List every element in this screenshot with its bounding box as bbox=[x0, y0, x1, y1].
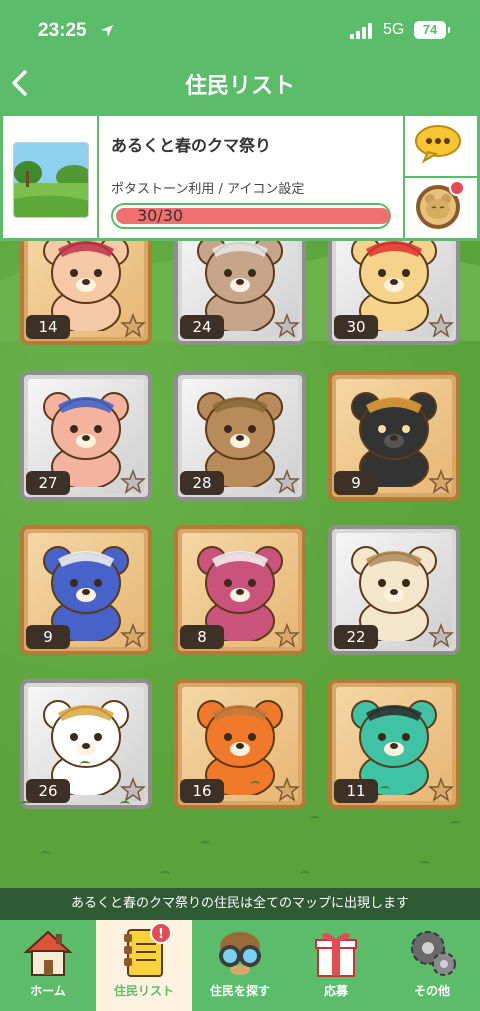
resident-count-badge: 14 bbox=[26, 315, 70, 339]
divider bbox=[405, 176, 477, 178]
tab-resident-list[interactable]: 住民リスト bbox=[96, 920, 192, 1011]
notification-dot bbox=[449, 180, 465, 196]
star-icon[interactable] bbox=[120, 777, 146, 803]
resident-card[interactable]: 9 bbox=[20, 525, 152, 655]
grass-tuft bbox=[120, 801, 130, 807]
status-time: 23:25 bbox=[38, 20, 87, 41]
resident-count-badge: 27 bbox=[26, 471, 70, 495]
resident-count-badge: 9 bbox=[26, 625, 70, 649]
star-icon[interactable] bbox=[274, 777, 300, 803]
grass-tuft bbox=[160, 871, 170, 877]
stamina-text: 30/30 bbox=[137, 206, 184, 225]
grass-tuft bbox=[310, 816, 320, 822]
resident-count-badge: 30 bbox=[334, 315, 378, 339]
gear-icon bbox=[411, 931, 456, 976]
grass-tuft bbox=[40, 851, 50, 857]
status-bar: 23:25 5G 74 bbox=[0, 18, 480, 48]
battery-indicator: 74 bbox=[414, 21, 450, 39]
star-icon[interactable] bbox=[428, 469, 454, 495]
star-icon[interactable] bbox=[428, 623, 454, 649]
resident-count-badge: 22 bbox=[334, 625, 378, 649]
landscape-image bbox=[14, 143, 88, 217]
grass-tuft bbox=[80, 761, 90, 767]
gift-icon bbox=[315, 932, 357, 977]
resident-card[interactable]: 22 bbox=[328, 525, 460, 655]
resident-card[interactable]: 16 bbox=[174, 679, 306, 809]
resident-card[interactable]: 28 bbox=[174, 371, 306, 501]
resident-card[interactable]: 9 bbox=[328, 371, 460, 501]
resident-count-badge: 24 bbox=[180, 315, 224, 339]
tab-home[interactable]: ホーム bbox=[0, 920, 96, 1011]
tab-apply[interactable]: 応募 bbox=[288, 920, 384, 1011]
grass-tuft bbox=[200, 841, 210, 847]
resident-count-badge: 28 bbox=[180, 471, 224, 495]
tab-label: その他 bbox=[413, 984, 450, 998]
resident-card[interactable]: 27 bbox=[20, 371, 152, 501]
tab-other[interactable]: その他 bbox=[384, 920, 480, 1011]
grass-tuft bbox=[450, 821, 460, 827]
tab-bar: ホーム 住民リスト 住民を探す 応募 その他 bbox=[0, 920, 480, 1011]
event-subtitle[interactable]: ポタストーン利用 / アイコン設定 bbox=[111, 178, 304, 197]
star-icon[interactable] bbox=[120, 313, 146, 339]
grass-tuft bbox=[20, 801, 30, 807]
stamina-bar: 30/30 bbox=[111, 203, 391, 229]
app-header: 23:25 5G 74 住民リスト bbox=[0, 0, 480, 108]
event-card: あるくと春のクマ祭り ポタストーン利用 / アイコン設定 30/30 bbox=[0, 113, 480, 241]
resident-count-badge: 11 bbox=[334, 779, 378, 803]
resident-grid: 14 24 30 27 28 9 9 8 22 26 16 11 bbox=[0, 241, 480, 888]
resident-count-badge: 8 bbox=[180, 625, 224, 649]
resident-count-badge: 16 bbox=[180, 779, 224, 803]
resident-card[interactable]: 11 bbox=[328, 679, 460, 809]
event-name: あるくと春のクマ祭り bbox=[111, 136, 272, 155]
tab-badge: ! bbox=[150, 922, 172, 944]
grass-tuft bbox=[250, 781, 260, 787]
grass-tuft bbox=[380, 786, 390, 792]
resident-card[interactable]: 14 bbox=[20, 241, 152, 345]
page-title: 住民リスト bbox=[184, 74, 295, 99]
grass-tuft bbox=[300, 871, 310, 877]
chat-bubble-icon[interactable] bbox=[414, 123, 462, 165]
resident-count-badge: 26 bbox=[26, 779, 70, 803]
location-arrow-icon bbox=[101, 25, 113, 37]
binoculars-icon bbox=[219, 932, 261, 975]
grass-tuft bbox=[420, 861, 430, 867]
star-icon[interactable] bbox=[274, 469, 300, 495]
star-icon[interactable] bbox=[274, 623, 300, 649]
star-icon[interactable] bbox=[120, 623, 146, 649]
tab-label: 住民を探す bbox=[209, 984, 270, 998]
star-icon[interactable] bbox=[120, 469, 146, 495]
star-icon[interactable] bbox=[428, 777, 454, 803]
tab-find-residents[interactable]: 住民を探す bbox=[192, 920, 288, 1011]
tab-label: 住民リスト bbox=[113, 984, 174, 998]
resident-card[interactable]: 30 bbox=[328, 241, 460, 345]
tab-label: 応募 bbox=[323, 984, 348, 998]
star-icon[interactable] bbox=[274, 313, 300, 339]
signal-bars-icon bbox=[350, 23, 372, 39]
resident-card[interactable]: 26 bbox=[20, 679, 152, 809]
resident-count-badge: 9 bbox=[334, 471, 378, 495]
resident-card[interactable]: 24 bbox=[174, 241, 306, 345]
resident-card[interactable]: 8 bbox=[174, 525, 306, 655]
event-thumbnail[interactable] bbox=[13, 142, 89, 218]
star-icon[interactable] bbox=[428, 313, 454, 339]
divider bbox=[97, 116, 99, 238]
house-icon bbox=[23, 930, 73, 976]
info-banner: あるくと春のクマ祭りの住民は全てのマップに出現します bbox=[0, 888, 480, 920]
tab-label: ホーム bbox=[30, 984, 66, 998]
network-type: 5G bbox=[383, 21, 405, 38]
